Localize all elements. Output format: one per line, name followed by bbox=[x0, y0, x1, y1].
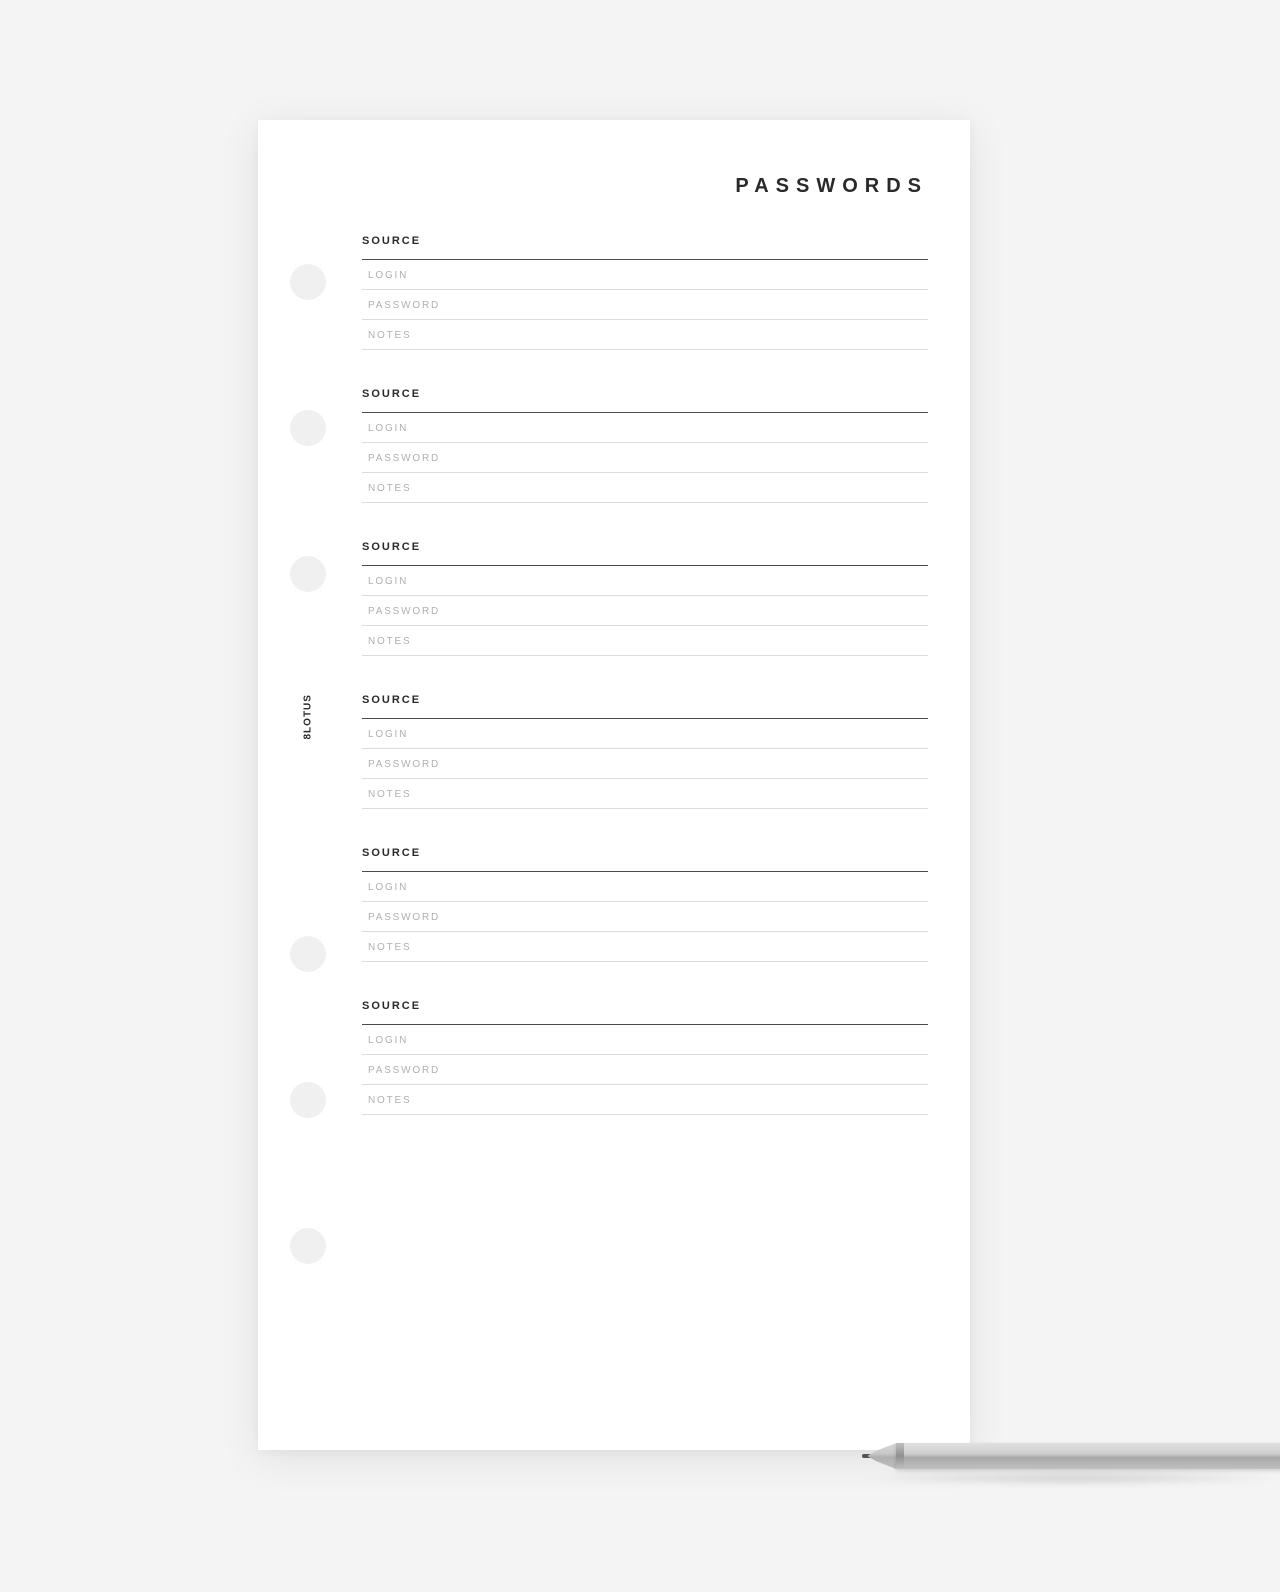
password-entry: SOURCE LOGIN PASSWORD NOTES bbox=[362, 235, 928, 350]
password-entry: SOURCE LOGIN PASSWORD NOTES bbox=[362, 541, 928, 656]
field-row: LOGIN bbox=[362, 566, 928, 596]
field-label: LOGIN bbox=[362, 882, 928, 893]
field-row: PASSWORD bbox=[362, 902, 928, 932]
brand-label: 8LOTUS bbox=[303, 694, 314, 739]
field-label: PASSWORD bbox=[362, 759, 928, 770]
password-entry: SOURCE LOGIN PASSWORD NOTES bbox=[362, 694, 928, 809]
field-label: LOGIN bbox=[362, 270, 928, 281]
password-entry: SOURCE LOGIN PASSWORD NOTES bbox=[362, 388, 928, 503]
password-entry: SOURCE LOGIN PASSWORD NOTES bbox=[362, 1000, 928, 1115]
field-label: NOTES bbox=[362, 1095, 928, 1106]
binder-hole bbox=[290, 410, 326, 446]
page-title: PASSWORDS bbox=[735, 175, 928, 198]
binder-hole bbox=[290, 556, 326, 592]
field-row: PASSWORD bbox=[362, 290, 928, 320]
field-label: NOTES bbox=[362, 330, 928, 341]
field-label: NOTES bbox=[362, 636, 928, 647]
field-label: PASSWORD bbox=[362, 300, 928, 311]
planner-page: PASSWORDS 8LOTUS SOURCE LOGIN PASSWORD NOTE… bbox=[258, 120, 970, 1450]
field-label: PASSWORD bbox=[362, 453, 928, 464]
field-row: LOGIN bbox=[362, 260, 928, 290]
field-row: PASSWORD bbox=[362, 1055, 928, 1085]
pencil-shadow bbox=[858, 1470, 1280, 1486]
field-row: NOTES bbox=[362, 626, 928, 656]
field-row: LOGIN bbox=[362, 719, 928, 749]
field-row: LOGIN bbox=[362, 1025, 928, 1055]
content-area: SOURCE LOGIN PASSWORD NOTES SOURCE LOGIN PASSW… bbox=[362, 235, 928, 1153]
source-label: SOURCE bbox=[362, 388, 928, 400]
field-row: NOTES bbox=[362, 779, 928, 809]
field-row: LOGIN bbox=[362, 413, 928, 443]
field-label: NOTES bbox=[362, 942, 928, 953]
field-label: LOGIN bbox=[362, 1035, 928, 1046]
pencil-tip bbox=[868, 1443, 896, 1469]
source-label: SOURCE bbox=[362, 541, 928, 553]
field-label: LOGIN bbox=[362, 423, 928, 434]
field-label: LOGIN bbox=[362, 729, 928, 740]
field-label: PASSWORD bbox=[362, 1065, 928, 1076]
binder-hole bbox=[290, 1082, 326, 1118]
field-row: PASSWORD bbox=[362, 596, 928, 626]
field-label: PASSWORD bbox=[362, 606, 928, 617]
source-label: SOURCE bbox=[362, 1000, 928, 1012]
field-label: NOTES bbox=[362, 789, 928, 800]
source-label: SOURCE bbox=[362, 847, 928, 859]
field-row: PASSWORD bbox=[362, 443, 928, 473]
source-label: SOURCE bbox=[362, 694, 928, 706]
password-entry: SOURCE LOGIN PASSWORD NOTES bbox=[362, 847, 928, 962]
field-label: LOGIN bbox=[362, 576, 928, 587]
field-row: LOGIN bbox=[362, 872, 928, 902]
field-row: NOTES bbox=[362, 473, 928, 503]
binder-hole bbox=[290, 936, 326, 972]
pencil-body bbox=[896, 1443, 1280, 1469]
pencil bbox=[868, 1443, 1280, 1469]
field-row: NOTES bbox=[362, 320, 928, 350]
source-label: SOURCE bbox=[362, 235, 928, 247]
field-row: PASSWORD bbox=[362, 749, 928, 779]
binder-hole bbox=[290, 1228, 326, 1264]
field-label: PASSWORD bbox=[362, 912, 928, 923]
field-row: NOTES bbox=[362, 1085, 928, 1115]
binder-hole bbox=[290, 264, 326, 300]
field-label: NOTES bbox=[362, 483, 928, 494]
pencil-band bbox=[896, 1443, 904, 1469]
field-row: NOTES bbox=[362, 932, 928, 962]
